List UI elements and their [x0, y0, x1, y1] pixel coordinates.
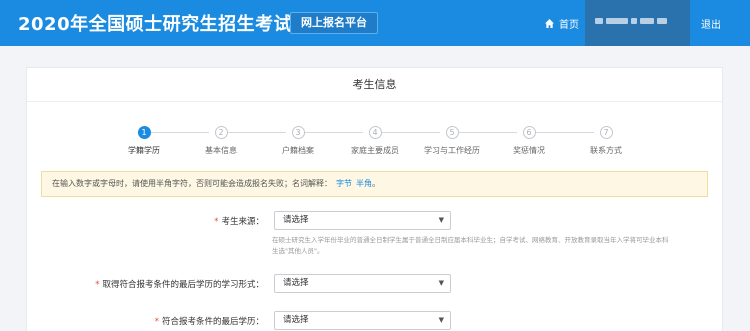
step-7[interactable]: 7 联系方式: [571, 126, 641, 156]
card-title: 考生信息: [27, 68, 722, 102]
step-label: 学籍学历: [128, 146, 160, 155]
source-select[interactable]: 请选择 ▼: [274, 211, 451, 230]
top-header: 2020年全国硕士研究生招生考试 网上报名平台 首页 退出: [0, 0, 750, 46]
home-label: 首页: [559, 20, 579, 31]
logout-link[interactable]: 退出: [701, 16, 721, 31]
source-help-text: 在硕士研究生入学年份毕业的普通全日制学生属于普通全日制应届本科毕业生；自学考试、…: [272, 236, 669, 255]
page-title: 2020年全国硕士研究生招生考试: [18, 14, 293, 35]
term-link-halfwidth[interactable]: 半角: [356, 179, 372, 188]
step-4[interactable]: 4 家庭主要成员: [340, 126, 410, 156]
progress-steps: 1 学籍学历 2 基本信息 3 户籍档案 4 家庭主要成员 5 学习与工作经历 …: [109, 126, 639, 166]
home-icon: [545, 19, 554, 28]
step-number: 4: [368, 126, 382, 139]
notice-text: 在输入数字或字母时，请使用半角字符，否则可能会造成报名失败；名词解释：: [52, 179, 332, 188]
step-5[interactable]: 5 学习与工作经历: [417, 126, 487, 156]
notice-end: 。: [372, 179, 380, 188]
step-number: 2: [214, 126, 228, 139]
applicant-info-card: 考生信息 1 学籍学历 2 基本信息 3 户籍档案 4 家庭主要成员 5 学习与…: [26, 67, 723, 331]
input-notice: 在输入数字或字母时，请使用半角字符，否则可能会造成报名失败；名词解释： 字节 半角。: [41, 171, 708, 197]
step-number: 7: [599, 126, 613, 139]
step-label: 学习与工作经历: [424, 146, 480, 155]
source-label: * 考生来源：: [214, 217, 264, 227]
user-account[interactable]: [585, 0, 690, 46]
step-number: 5: [445, 126, 459, 139]
study-form-select[interactable]: 请选择 ▼: [274, 274, 451, 293]
step-1[interactable]: 1 学籍学历: [109, 126, 179, 156]
last-degree-select[interactable]: 请选择 ▼: [274, 311, 451, 330]
form-row-study-form: * 取得符合报考条件的最后学历的学习形式： 请选择 ▼: [27, 274, 722, 296]
form-row-last-degree: * 符合报考条件的最后学历： 请选择 ▼: [27, 311, 722, 331]
step-2[interactable]: 2 基本信息: [186, 126, 256, 156]
home-link[interactable]: 首页: [545, 16, 579, 31]
study-form-label: * 取得符合报考条件的最后学历的学习形式：: [95, 280, 264, 290]
form-row-source: * 考生来源： 请选择 ▼: [27, 211, 722, 233]
dropdown-arrow-icon: ▼: [438, 279, 444, 287]
term-link-byte[interactable]: 字节: [336, 179, 352, 188]
dropdown-arrow-icon: ▼: [438, 216, 444, 224]
step-3[interactable]: 3 户籍档案: [263, 126, 333, 156]
platform-badge[interactable]: 网上报名平台: [290, 12, 378, 34]
step-number: 3: [291, 126, 305, 139]
step-number: 1: [137, 126, 151, 139]
step-label: 基本信息: [205, 146, 237, 155]
dropdown-arrow-icon: ▼: [438, 316, 444, 324]
step-label: 奖惩情况: [513, 146, 545, 155]
last-degree-label: * 符合报考条件的最后学历：: [154, 317, 264, 327]
step-number: 6: [522, 126, 536, 139]
step-label: 联系方式: [590, 146, 622, 155]
step-6[interactable]: 6 奖惩情况: [494, 126, 564, 156]
step-label: 户籍档案: [282, 146, 314, 155]
step-label: 家庭主要成员: [351, 146, 399, 155]
user-name-redacted: [595, 18, 675, 26]
